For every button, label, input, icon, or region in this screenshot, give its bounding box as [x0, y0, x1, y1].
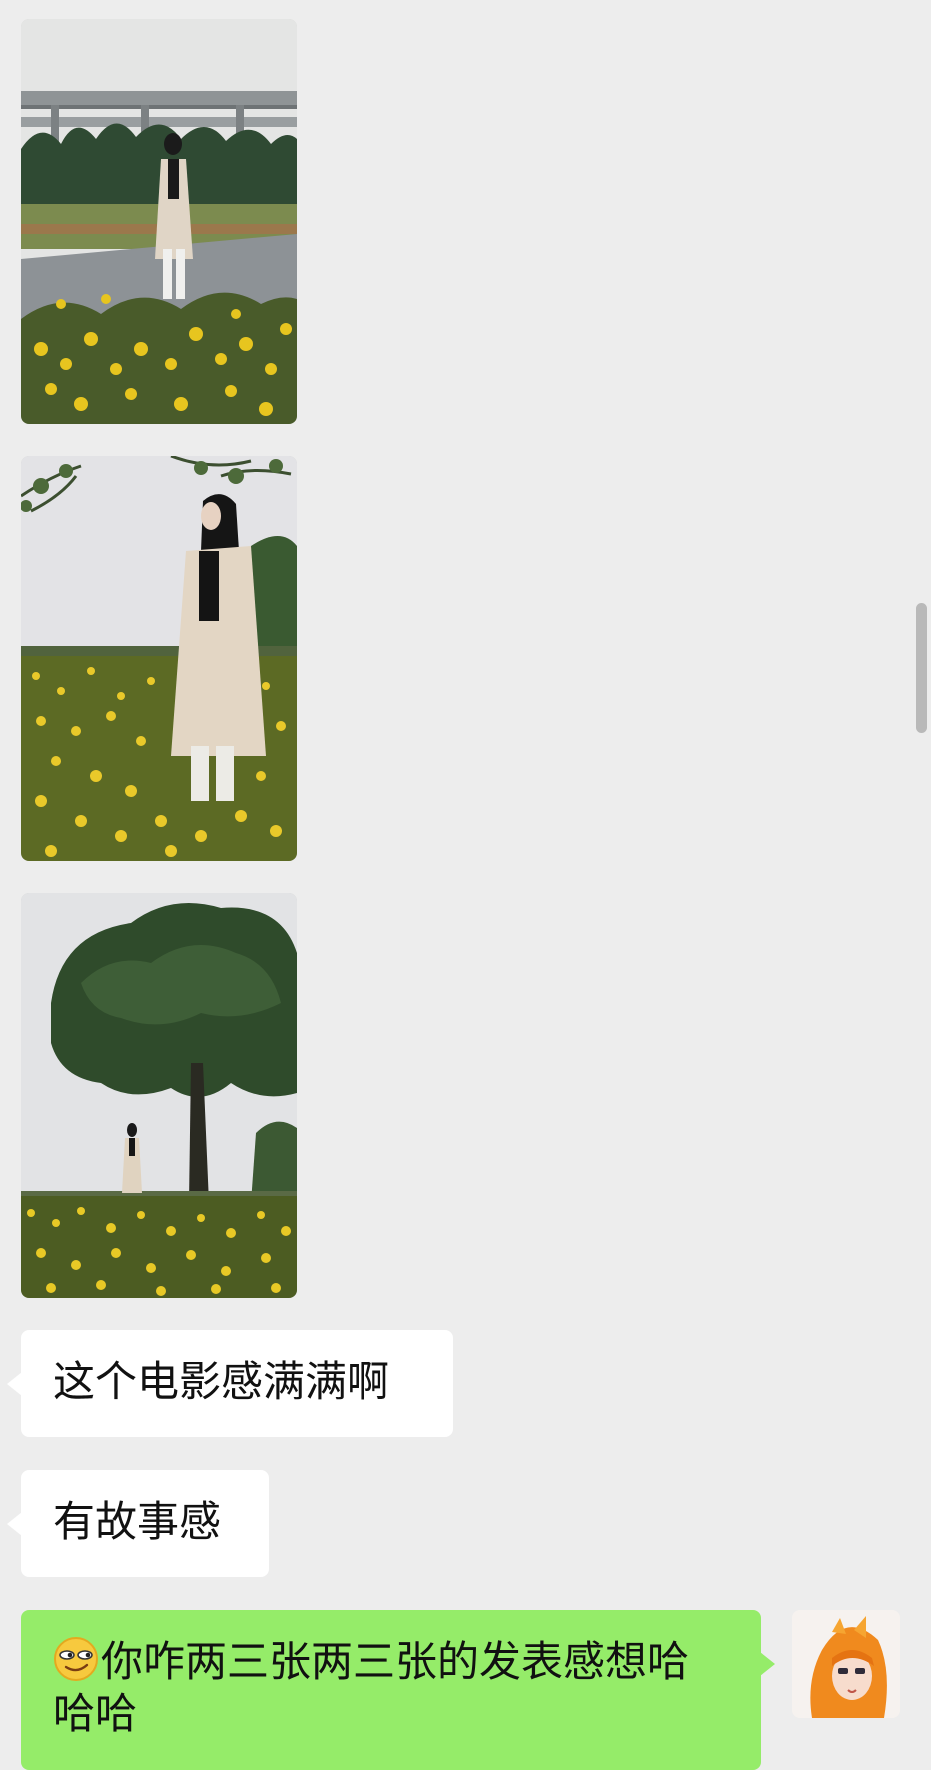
- photo-image-3: [21, 893, 297, 1298]
- photo-image-2: [21, 456, 297, 861]
- message-bubble-1[interactable]: 这个电影感满满啊: [7, 1330, 453, 1437]
- message-text-2: 有故事感: [53, 1497, 222, 1546]
- photo-message-3[interactable]: [21, 893, 297, 1298]
- photo-image-1: [21, 19, 297, 424]
- scrollbar-thumb[interactable]: [916, 603, 927, 733]
- message-text-1: 这个电影感满满啊: [53, 1357, 390, 1406]
- message-bubble-2[interactable]: 有故事感: [7, 1470, 269, 1577]
- smirk-emoji-icon: [54, 1637, 98, 1681]
- user-avatar[interactable]: [792, 1610, 900, 1718]
- chat-area: 这个电影感满满啊 有故事感 你咋两三张两三张的发表感想哈哈哈: [0, 0, 931, 1770]
- photo-message-1[interactable]: [21, 19, 297, 424]
- message-text-3: 你咋两三张两三张的发表感想哈哈哈: [53, 1637, 690, 1738]
- anime-girl-avatar-icon: [792, 1610, 900, 1718]
- message-bubble-3[interactable]: 你咋两三张两三张的发表感想哈哈哈: [21, 1610, 775, 1770]
- photo-message-2[interactable]: [21, 456, 297, 861]
